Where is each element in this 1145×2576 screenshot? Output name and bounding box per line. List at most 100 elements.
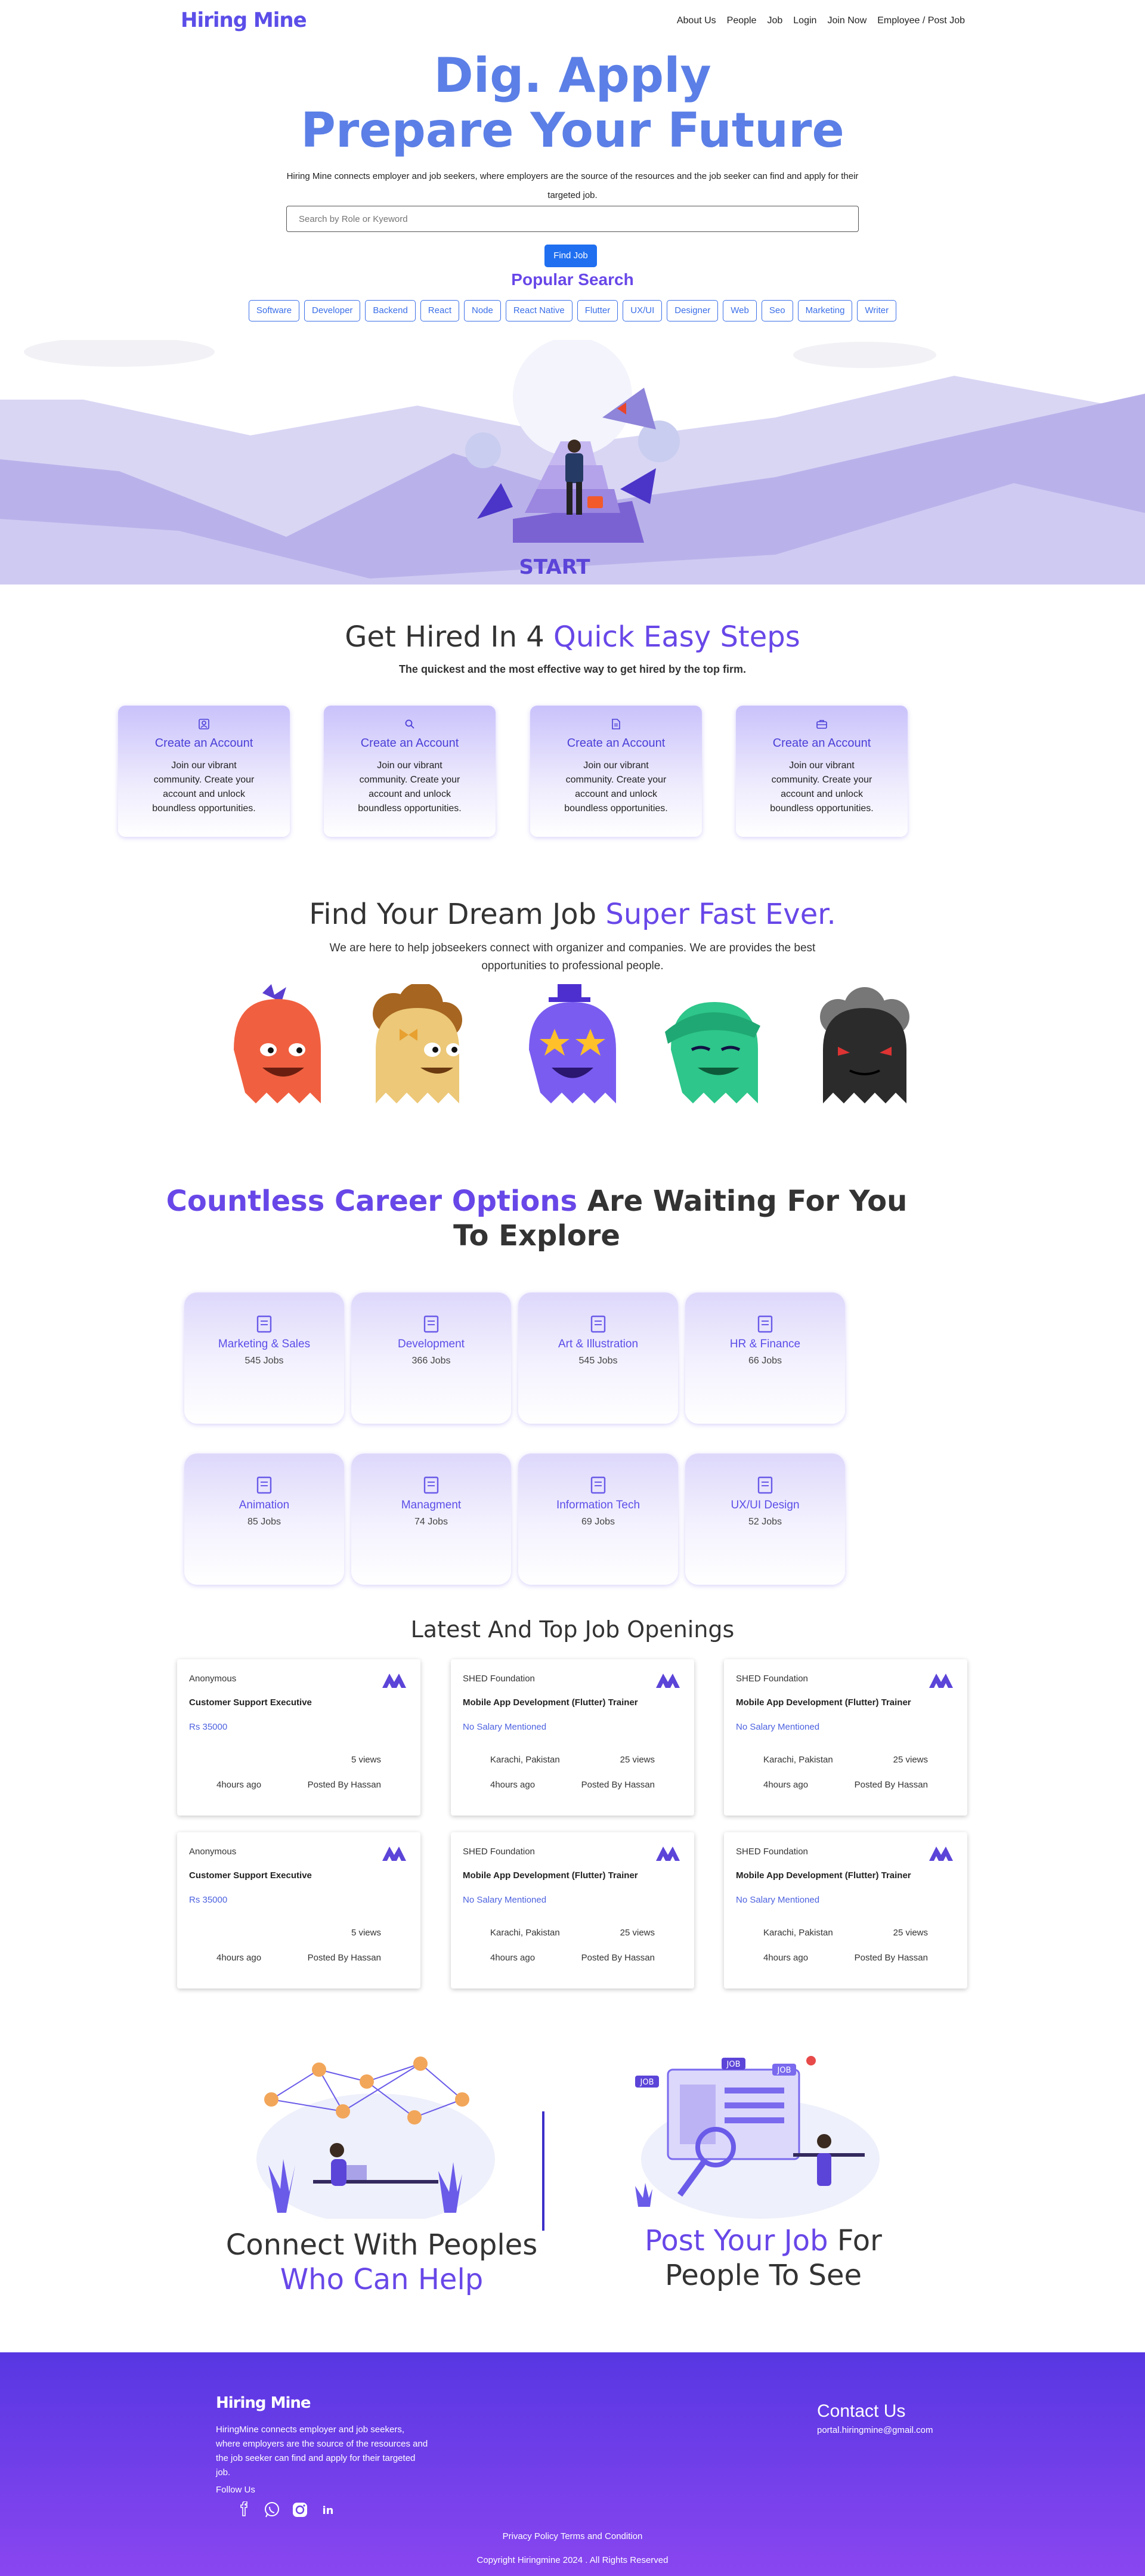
hero-mountain-illustration: START (0, 340, 1145, 585)
instagram-icon[interactable] (292, 2501, 308, 2518)
user-square-icon (118, 719, 290, 733)
contact-email[interactable]: portal.hiringmine@gmail.com (817, 2425, 933, 2435)
category-card-development[interactable]: Development 366 Jobs (351, 1292, 511, 1424)
brand-logo[interactable]: Hiring Mine (181, 8, 307, 32)
job-title: Mobile App Development (Flutter) Trainer (736, 1870, 911, 1881)
tag-uxui[interactable]: UX/UI (623, 300, 663, 321)
step-card-2[interactable]: Create an Account Join our vibrant commu… (324, 706, 496, 837)
find-job-button[interactable]: Find Job (544, 245, 597, 267)
job-card[interactable]: Anonymous Customer Support Executive Rs … (177, 1659, 420, 1816)
linkedin-icon[interactable]: in (320, 2501, 336, 2518)
step-card-3[interactable]: Create an Account Join our vibrant commu… (530, 706, 702, 837)
job-card[interactable]: SHED Foundation Mobile App Development (… (724, 1659, 967, 1816)
job-posted-by: Posted By Hassan (854, 1953, 928, 1963)
briefcase-icon (736, 719, 908, 733)
tag-software[interactable]: Software (248, 300, 300, 321)
nav-link-login[interactable]: Login (793, 16, 816, 26)
category-count: 69 Jobs (581, 1517, 615, 1527)
svg-text:JOB: JOB (640, 2078, 654, 2087)
nav-link-about[interactable]: About Us (677, 16, 716, 26)
category-count: 52 Jobs (748, 1517, 782, 1527)
company-logo-icon (382, 1847, 406, 1861)
category-name: Development (398, 1338, 465, 1350)
green-ghost-illustration (665, 1002, 760, 1103)
search-input[interactable] (286, 206, 859, 232)
job-title: Mobile App Development (Flutter) Trainer (463, 1870, 638, 1881)
dream-title: Find Your Dream Job Super Fast Ever. (309, 898, 836, 931)
tag-web[interactable]: Web (723, 300, 757, 321)
job-posted-by: Posted By Hassan (307, 1953, 381, 1963)
job-title: Customer Support Executive (189, 1697, 312, 1708)
policy-links[interactable]: Privacy Policy Terms and Condition (0, 2531, 1145, 2541)
facebook-icon[interactable] (236, 2501, 252, 2518)
whatsapp-icon[interactable] (264, 2501, 280, 2518)
category-count: 85 Jobs (247, 1517, 281, 1527)
tag-flutter[interactable]: Flutter (577, 300, 618, 321)
category-icon (184, 1476, 344, 1496)
company-logo-icon (929, 1674, 953, 1688)
tag-react-native[interactable]: React Native (505, 300, 572, 321)
step-card-4[interactable]: Create an Account Join our vibrant commu… (736, 706, 908, 837)
nav-link-job[interactable]: Job (767, 16, 782, 26)
footer-logo[interactable]: Hiring Mine (216, 2394, 311, 2412)
category-icon (518, 1315, 678, 1335)
tag-seo[interactable]: Seo (761, 300, 793, 321)
category-card-management[interactable]: Managment 74 Jobs (351, 1454, 511, 1585)
post-job-illustration: JOB JOB JOB (635, 2056, 880, 2219)
job-card[interactable]: SHED Foundation Mobile App Development (… (451, 1832, 694, 1989)
nav-link-people[interactable]: People (727, 16, 757, 26)
career-title: Countless Career Options Are Waiting For… (166, 1185, 908, 1253)
job-views: 5 views (351, 1755, 381, 1765)
category-name: UX/UI Design (731, 1499, 800, 1511)
tag-marketing[interactable]: Marketing (797, 300, 853, 321)
yellow-ghost-illustration (373, 984, 462, 1103)
category-card-art[interactable]: Art & Illustration 545 Jobs (518, 1292, 678, 1424)
social-links: in (236, 2501, 336, 2518)
job-location: Karachi, Pakistan (490, 1928, 560, 1938)
tag-node[interactable]: Node (463, 300, 501, 321)
category-icon (351, 1315, 511, 1335)
job-salary: No Salary Mentioned (463, 1895, 547, 1905)
category-name: Information Tech (556, 1499, 640, 1511)
job-company: SHED Foundation (463, 1847, 535, 1857)
category-card-hr[interactable]: HR & Finance 66 Jobs (685, 1292, 845, 1424)
job-card[interactable]: Anonymous Customer Support Executive Rs … (177, 1832, 420, 1989)
jobs-title: Latest And Top Job Openings (410, 1616, 735, 1643)
tag-developer[interactable]: Developer (304, 300, 361, 321)
footer: Hiring Mine HiringMine connects employer… (0, 2352, 1145, 2576)
step-title: Create an Account (567, 737, 666, 750)
tag-writer[interactable]: Writer (857, 300, 897, 321)
category-card-animation[interactable]: Animation 85 Jobs (184, 1454, 344, 1585)
step-title: Create an Account (772, 737, 871, 750)
tag-backend[interactable]: Backend (365, 300, 416, 321)
copyright: Copyright Hiringmine 2024 . All Rights R… (476, 2555, 669, 2565)
connect-headline: Connect With Peoples Who Can Help (225, 2228, 538, 2296)
dream-subtitle: We are here to help jobseekers connect w… (329, 942, 816, 972)
step-desc: Join our vibrant community. Create your … (152, 760, 256, 814)
step-desc: Join our vibrant community. Create your … (564, 760, 668, 814)
category-card-it[interactable]: Information Tech 69 Jobs (518, 1454, 678, 1585)
nav-link-post-job[interactable]: Employee / Post Job (877, 16, 965, 26)
footer-description: HiringMine connects employer and job see… (216, 2425, 428, 2478)
category-count: 366 Jobs (411, 1356, 451, 1366)
job-posted-by: Posted By Hassan (581, 1953, 655, 1963)
company-logo-icon (656, 1674, 680, 1688)
category-count: 545 Jobs (578, 1356, 618, 1366)
black-ghost-illustration (820, 987, 909, 1103)
job-posted-by: Posted By Hassan (581, 1780, 655, 1790)
category-card-uxui[interactable]: UX/UI Design 52 Jobs (685, 1454, 845, 1585)
nav-link-join[interactable]: Join Now (827, 16, 867, 26)
category-card-marketing[interactable]: Marketing & Sales 545 Jobs (184, 1292, 344, 1424)
tag-designer[interactable]: Designer (667, 300, 719, 321)
job-card[interactable]: SHED Foundation Mobile App Development (… (724, 1832, 967, 1989)
steps-title: Get Hired In 4 Quick Easy Steps (345, 620, 800, 654)
job-card[interactable]: SHED Foundation Mobile App Development (… (451, 1659, 694, 1816)
job-company: SHED Foundation (736, 1674, 808, 1684)
post-job-headline: Post Your Job For People To See (645, 2224, 882, 2292)
job-posted-by: Posted By Hassan (854, 1780, 928, 1790)
company-logo-icon (929, 1847, 953, 1861)
tag-react[interactable]: React (420, 300, 459, 321)
job-views: 25 views (620, 1755, 655, 1765)
step-card-1[interactable]: Create an Account Join our vibrant commu… (118, 706, 290, 837)
job-views: 25 views (620, 1928, 655, 1938)
